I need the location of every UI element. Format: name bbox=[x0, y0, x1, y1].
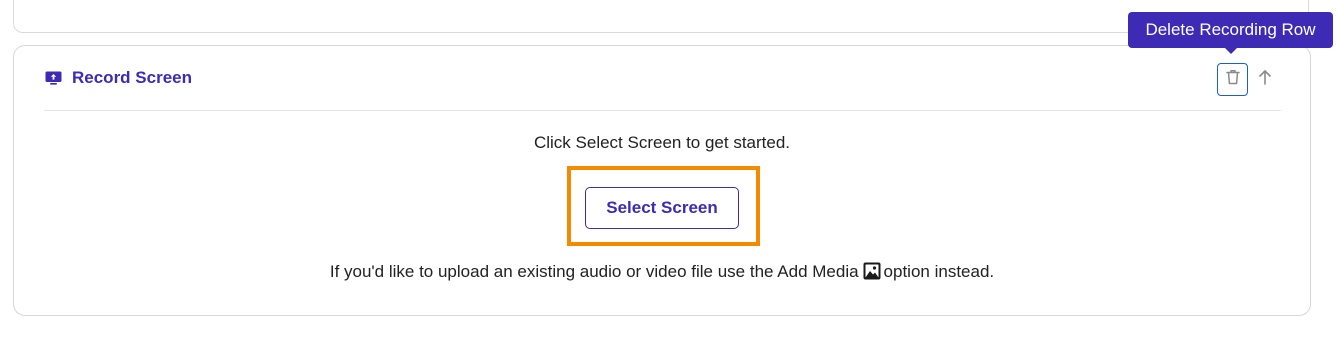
get-started-prompt: Click Select Screen to get started. bbox=[533, 133, 791, 152]
trash-icon bbox=[1225, 69, 1240, 90]
upload-hint-suffix: option instead. bbox=[883, 262, 995, 281]
previous-row-card bbox=[13, 0, 1309, 33]
upload-hint: If you'd like to upload an existing audi… bbox=[0, 262, 1324, 282]
upload-hint-text: If you'd like to upload an existing audi… bbox=[329, 262, 859, 281]
delete-recording-row-button[interactable] bbox=[1217, 63, 1248, 96]
arrow-up-icon bbox=[1258, 69, 1272, 90]
move-row-up-button[interactable] bbox=[1254, 67, 1276, 91]
screen-share-icon bbox=[45, 71, 62, 85]
recording-row-header: Record Screen bbox=[44, 46, 1281, 111]
delete-recording-row-tooltip: Delete Recording Row bbox=[1128, 12, 1333, 48]
tooltip-arrow bbox=[1224, 47, 1238, 54]
image-icon bbox=[863, 262, 881, 280]
recording-row-title: Record Screen bbox=[72, 68, 192, 87]
select-screen-button[interactable]: Select Screen bbox=[585, 187, 739, 229]
